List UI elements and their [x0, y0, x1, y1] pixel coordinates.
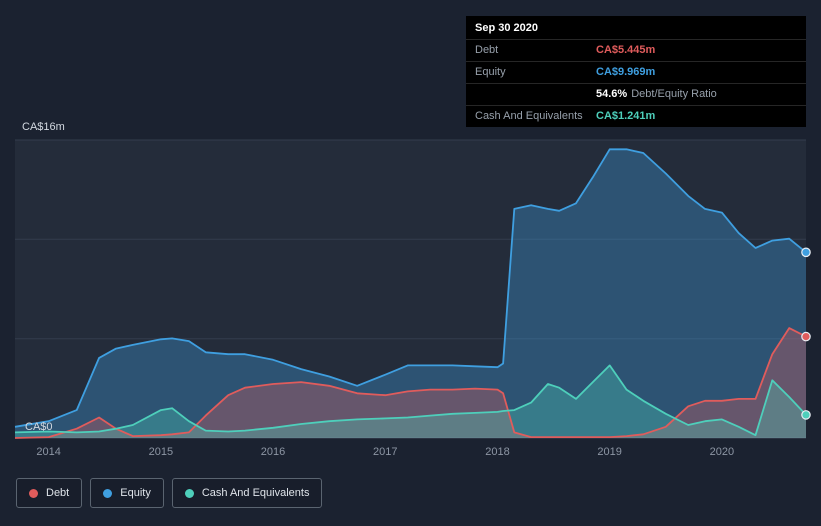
tooltip-debt-value: CA$5.445m	[596, 44, 656, 56]
y-axis-zero-label: CA$0	[25, 421, 53, 433]
y-axis-max-label: CA$16m	[22, 121, 65, 133]
legend-item-debt[interactable]: Debt	[16, 478, 83, 508]
debt-equity-history-panel: CA$16m CA$0 Sep 30 2020 Debt CA$5.445m E…	[0, 0, 821, 526]
cash-dot-icon	[184, 488, 194, 498]
tooltip-cash-row: Cash And Equivalents CA$1.241m	[466, 105, 806, 127]
tooltip-ratio-value: 54.6%	[596, 88, 628, 100]
x-tick-label: 2017	[373, 446, 398, 458]
chart-tooltip: Sep 30 2020 Debt CA$5.445m Equity CA$9.9…	[466, 16, 806, 127]
debt-endpoint-marker	[801, 331, 811, 342]
x-tick-label: 2015	[148, 446, 174, 458]
tooltip-date: Sep 30 2020	[475, 22, 538, 34]
debt-dot-icon	[29, 488, 38, 498]
tooltip-equity-label: Equity	[475, 66, 506, 78]
tooltip-debt-row: Debt CA$5.445m	[466, 39, 806, 61]
x-tick-label: 2020	[709, 446, 735, 458]
legend-item-cash[interactable]: Cash And Equivalents	[171, 478, 323, 508]
equity-endpoint-marker	[801, 247, 811, 258]
x-tick-label: 2016	[260, 446, 286, 458]
tooltip-ratio-row: 54.6% Debt/Equity Ratio	[466, 83, 806, 105]
x-tick-label: 2014	[36, 446, 61, 458]
equity-dot-icon	[103, 488, 113, 498]
debt-equity-area-chart[interactable]	[14, 139, 811, 439]
tooltip-ratio-label: Debt/Equity Ratio	[631, 88, 717, 100]
legend-cash-label: Cash And Equivalents	[201, 487, 310, 499]
tooltip-debt-label: Debt	[475, 44, 499, 56]
x-tick-label: 2019	[597, 446, 622, 458]
legend-item-equity[interactable]: Equity	[90, 478, 164, 508]
tooltip-equity-value: CA$9.969m	[596, 66, 656, 78]
cash-and-equivalents-endpoint-marker	[801, 410, 811, 420]
x-tick-label: 2018	[485, 446, 510, 458]
tooltip-cash-label: Cash And Equivalents	[475, 110, 583, 122]
tooltip-cash-value: CA$1.241m	[596, 110, 656, 122]
legend-debt-label: Debt	[46, 487, 70, 499]
chart-legend: Debt Equity Cash And Equivalents	[16, 478, 323, 508]
legend-equity-label: Equity	[120, 487, 151, 499]
tooltip-equity-row: Equity CA$9.969m	[466, 61, 806, 83]
